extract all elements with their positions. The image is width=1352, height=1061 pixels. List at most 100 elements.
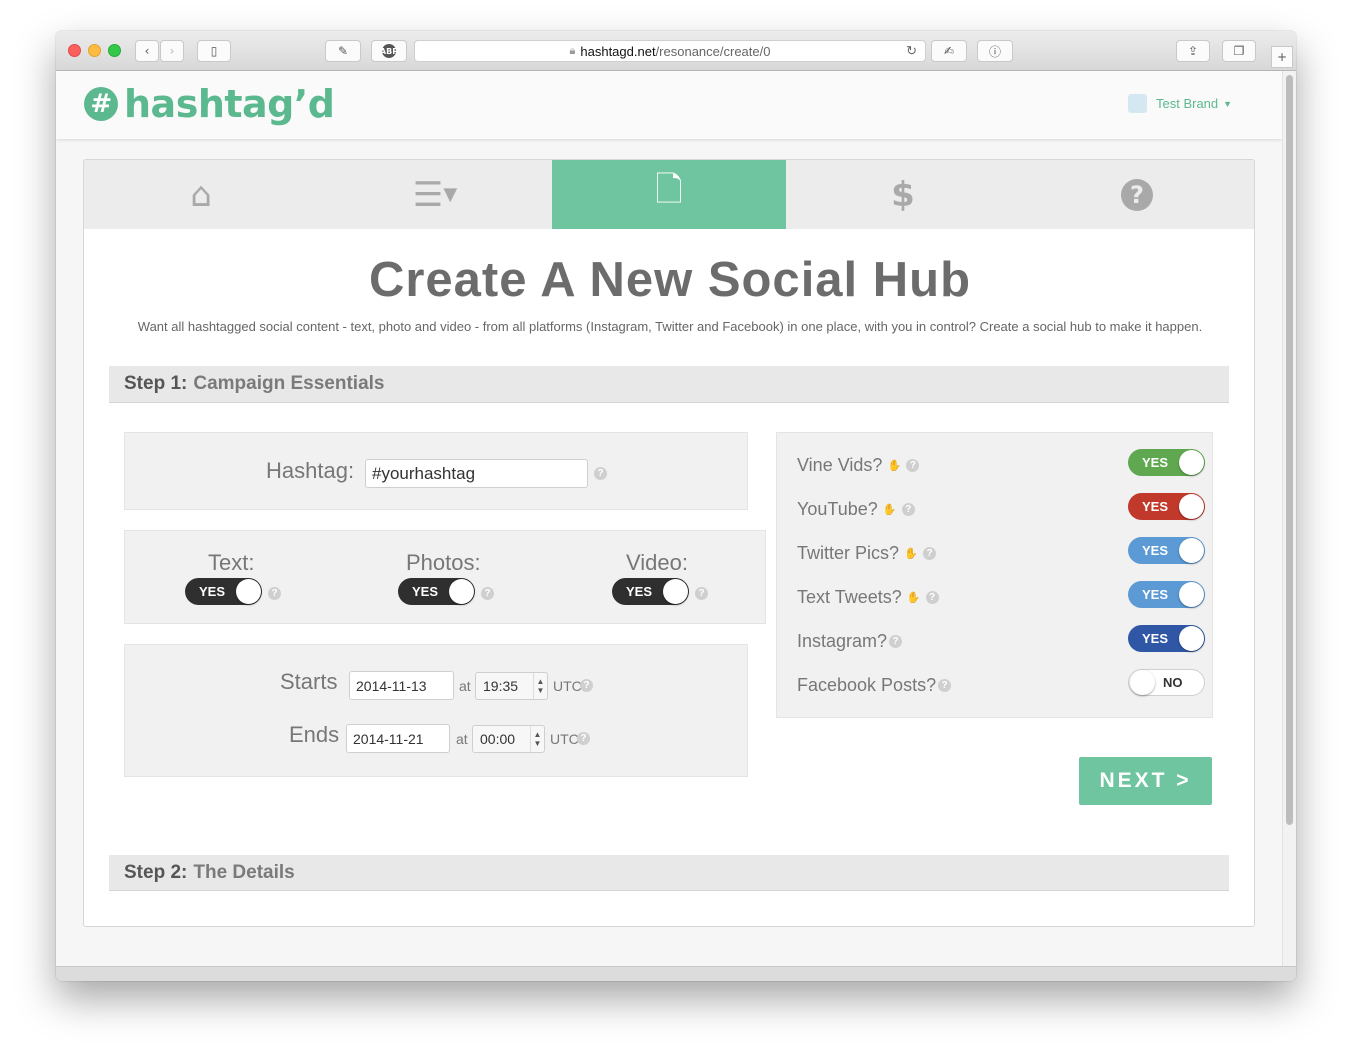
starts-time-select[interactable]: 19:35 ▲ ▼	[475, 672, 548, 700]
facebook-toggle[interactable]: NO	[1128, 669, 1205, 696]
content-types-box: Text: YES ? Photos: YES ? Video: YES ?	[124, 530, 766, 624]
scrollbar-thumb[interactable]	[1286, 75, 1293, 825]
starts-time-value: 19:35	[483, 678, 519, 694]
instagram-toggle[interactable]: YES	[1128, 625, 1205, 652]
photos-label: Photos:	[406, 550, 481, 575]
forward-icon[interactable]: ›	[160, 40, 184, 62]
ends-time-select[interactable]: 00:00 ▲ ▼	[472, 725, 545, 753]
create-hub-panel: ⌂ ☰ ▼ 🗋︎ $ ? Create A New Social Hub Wan…	[83, 159, 1255, 927]
via-hand-icon: ✋	[887, 460, 902, 472]
service-row: Instagram??	[797, 631, 903, 652]
via-hand-icon: ✋	[882, 504, 897, 516]
help-icon[interactable]: ?	[925, 591, 939, 604]
help-icon[interactable]: ?	[901, 503, 915, 516]
instagram-toggle-state: YES	[1142, 631, 1169, 646]
step2-name: The Details	[193, 861, 295, 883]
photos-toggle-state: YES	[412, 584, 439, 599]
ends-tz-label: UTC	[550, 731, 579, 747]
browser-window: ‹ › ▯ ✎ ABP 🔒︎ hashtagd.net/resonance/cr…	[56, 31, 1296, 981]
sidebar-icon[interactable]: ▯	[197, 40, 231, 62]
video-toggle[interactable]: YES	[612, 578, 689, 605]
info-icon[interactable]: ⓘ	[977, 40, 1013, 62]
list-icon[interactable]: ☰ ▼	[318, 160, 552, 229]
next-button[interactable]: NEXT >	[1079, 757, 1212, 805]
service-row: Vine Vids? ✋?	[797, 455, 920, 476]
toggle-knob	[1179, 538, 1204, 563]
text-tweets-toggle[interactable]: YES	[1128, 581, 1205, 608]
vertical-scrollbar[interactable]	[1282, 71, 1296, 966]
starts-tz-label: UTC	[553, 678, 582, 694]
text-toggle[interactable]: YES	[185, 578, 262, 605]
avatar	[1128, 94, 1147, 113]
plus-icon[interactable]: +	[1271, 46, 1293, 68]
help-icon[interactable]: ?	[594, 467, 607, 480]
help-icon[interactable]: ?	[938, 679, 952, 692]
toggle-knob	[449, 579, 474, 604]
help-icon[interactable]: ?	[481, 587, 494, 600]
reload-icon[interactable]: ↻	[906, 43, 917, 59]
service-row: Facebook Posts??	[797, 675, 952, 696]
via-hand-icon: ✋	[906, 592, 921, 604]
zoom-window-button[interactable]	[108, 44, 121, 57]
tabs-icon[interactable]: ❐	[1222, 40, 1256, 62]
home-icon[interactable]: ⌂	[84, 160, 318, 229]
question-icon[interactable]: ?	[1020, 160, 1254, 229]
youtube-toggle[interactable]: YES	[1128, 493, 1205, 520]
document-icon[interactable]: 🗋︎	[552, 160, 786, 229]
minimize-window-button[interactable]	[88, 44, 101, 57]
help-icon[interactable]: ?	[268, 587, 281, 600]
toggle-knob	[236, 579, 261, 604]
hashtag-input[interactable]: #yourhashtag	[365, 459, 588, 488]
logo-text: hashtag’d	[124, 82, 335, 126]
lock-icon: 🔒︎	[569, 44, 576, 57]
hashtag-box: Hashtag: #yourhashtag ?	[124, 432, 748, 510]
address-bar[interactable]: 🔒︎ hashtagd.net/resonance/create/0 ↻	[414, 40, 926, 62]
step2-header[interactable]: Step 2: The Details	[109, 855, 1229, 891]
step1-header[interactable]: Step 1: Campaign Essentials	[109, 366, 1229, 403]
service-label: Twitter Pics?	[797, 543, 900, 563]
text-toggle-state: YES	[199, 584, 226, 599]
service-label: Facebook Posts?	[797, 675, 937, 695]
share-icon[interactable]: ⇪	[1176, 40, 1210, 62]
photos-toggle[interactable]: YES	[398, 578, 475, 605]
site-logo[interactable]: # hashtag’d	[84, 82, 335, 126]
toggle-knob	[663, 579, 688, 604]
text-tweets-toggle-state: YES	[1142, 587, 1169, 602]
user-label: Test Brand	[1156, 96, 1219, 111]
via-hand-icon: ✋	[904, 548, 918, 560]
page-title: Create A New Social Hub	[368, 253, 972, 307]
help-icon[interactable]: ?	[577, 732, 590, 745]
adblock-icon[interactable]: ABP	[371, 40, 407, 62]
ends-date-input[interactable]: 2014-11-21	[346, 724, 450, 753]
user-menu[interactable]: Test Brand ▼	[1128, 94, 1232, 113]
help-icon[interactable]: ?	[580, 679, 593, 692]
page-intro: Want all hashtagged social content - tex…	[137, 319, 1203, 334]
youtube-toggle-state: YES	[1142, 499, 1169, 514]
evernote-icon[interactable]: ✎	[325, 40, 361, 62]
help-icon[interactable]: ?	[923, 547, 937, 560]
vine-toggle[interactable]: YES	[1128, 449, 1205, 476]
dollar-icon[interactable]: $	[786, 160, 1020, 229]
twitter-pics-toggle[interactable]: YES	[1128, 537, 1205, 564]
ends-at-label: at	[456, 731, 468, 747]
back-icon[interactable]: ‹	[135, 40, 159, 62]
url-host: hashtagd.net	[580, 43, 656, 59]
hashtag-label: Hashtag:	[266, 458, 355, 483]
close-window-button[interactable]	[68, 44, 81, 57]
starts-label: Starts	[280, 669, 338, 694]
pen-icon[interactable]: ✍	[931, 40, 967, 62]
video-toggle-state: YES	[626, 584, 653, 599]
help-icon[interactable]: ?	[889, 635, 903, 648]
help-icon[interactable]: ?	[906, 459, 920, 472]
url-path: /resonance/create/0	[655, 43, 771, 59]
schedule-box: Starts 2014-11-13 at 19:35 ▲ ▼ UTC ? Ends …	[124, 644, 748, 777]
stepper-icon: ▲ ▼	[533, 673, 547, 699]
toggle-knob	[1130, 670, 1155, 695]
caret-down-icon: ▼	[1223, 98, 1233, 109]
toggle-knob	[1179, 450, 1204, 475]
service-label: YouTube?	[797, 499, 878, 519]
service-row: Twitter Pics? ✋?	[797, 543, 937, 564]
service-row: Text Tweets? ✋?	[797, 587, 939, 608]
help-icon[interactable]: ?	[695, 587, 708, 600]
starts-date-input[interactable]: 2014-11-13	[349, 671, 454, 700]
